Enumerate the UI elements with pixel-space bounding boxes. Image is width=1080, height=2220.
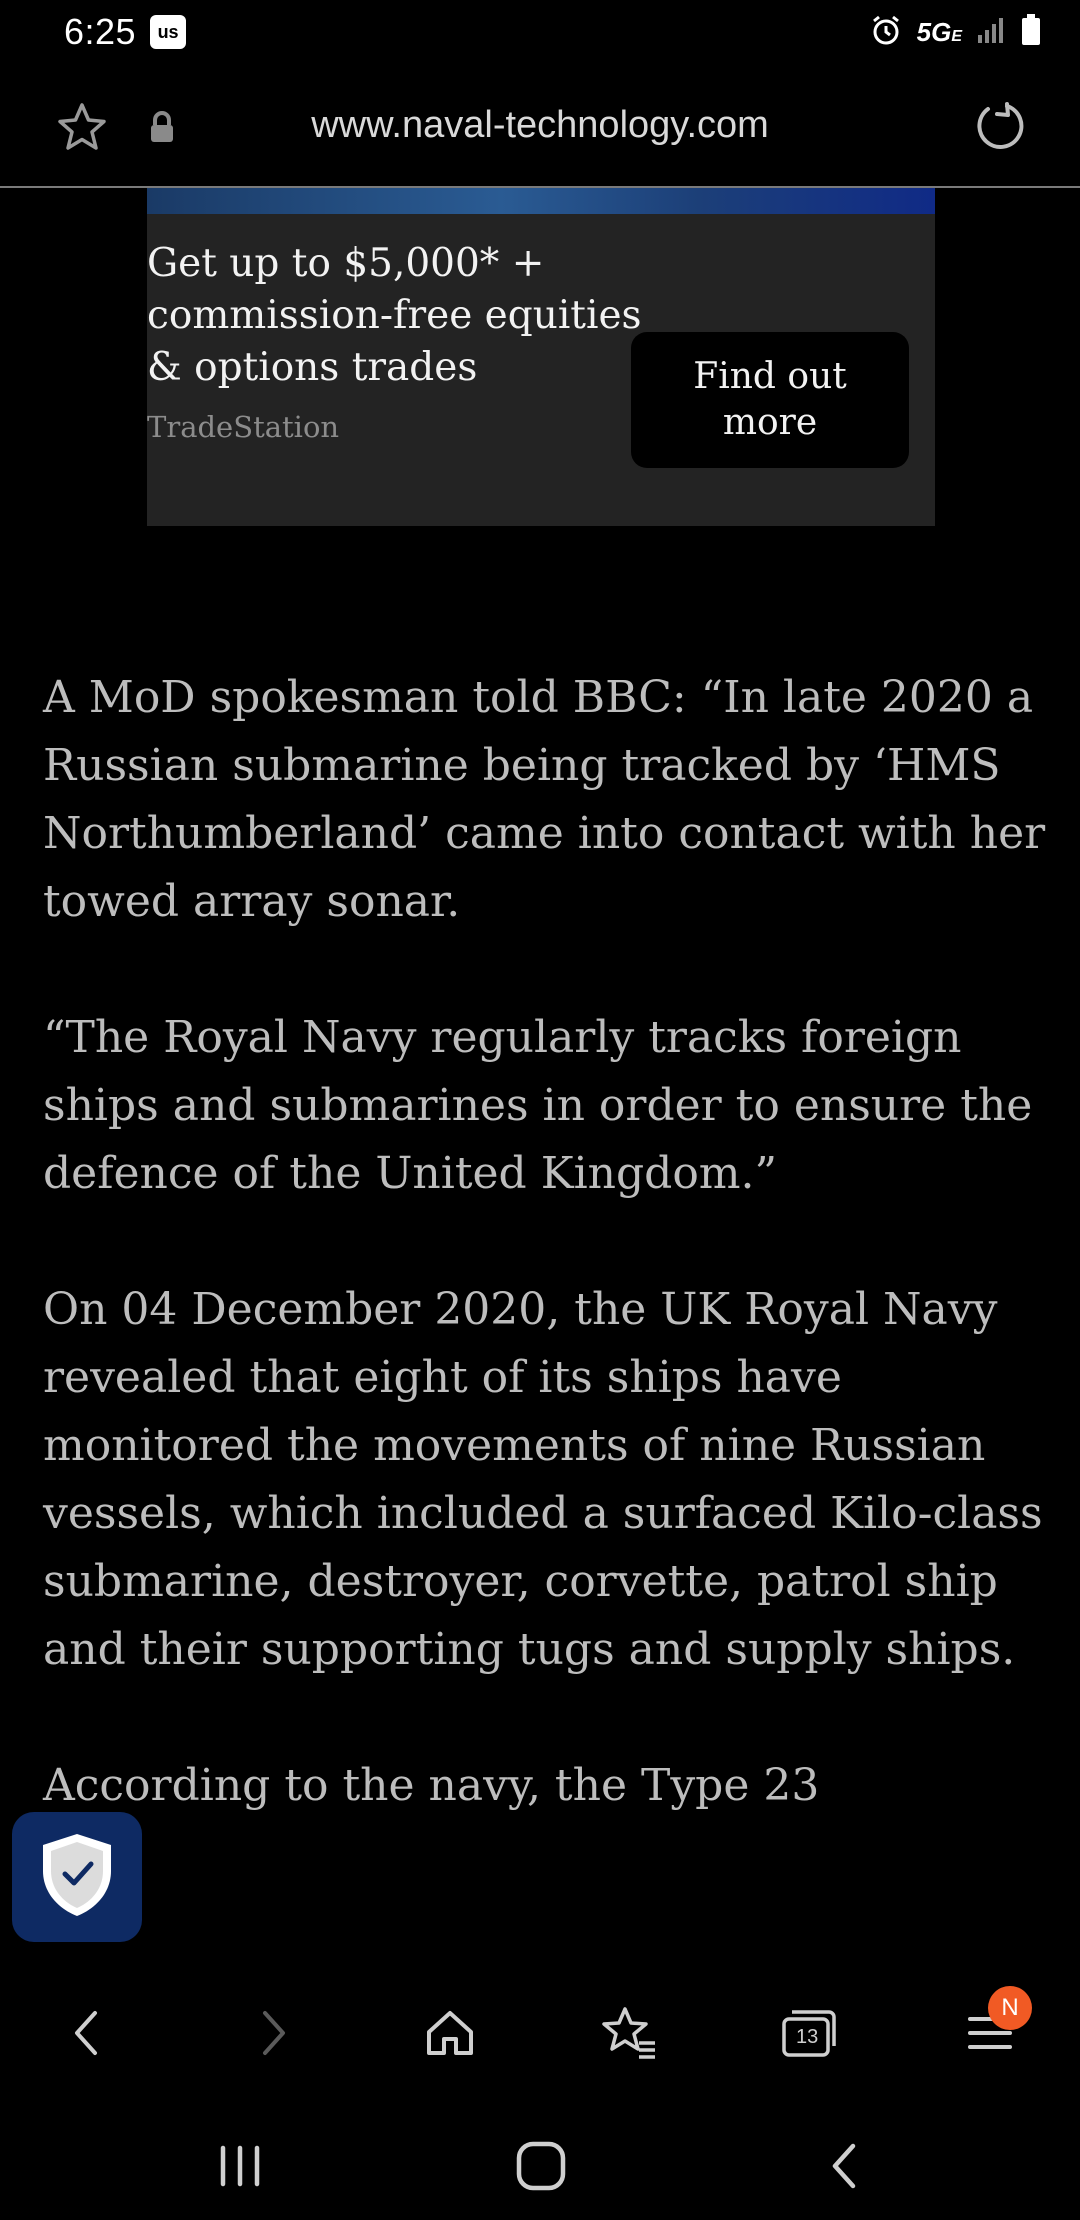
menu-notification-badge: N [988, 1986, 1032, 2030]
screen: 6:25 us 5GE www.naval-technology.com Get… [0, 0, 1080, 2220]
ad-image-strip [147, 188, 935, 214]
system-navigation-bar [0, 2106, 1080, 2220]
status-bar: 6:25 us 5GE [0, 0, 1080, 64]
tabs-count: 13 [796, 2026, 819, 2048]
home-icon[interactable] [415, 1998, 485, 2068]
home-nav-icon[interactable] [501, 2126, 581, 2206]
reload-icon[interactable] [974, 100, 1024, 155]
network-label: 5GE [917, 17, 962, 48]
url-text[interactable]: www.naval-technology.com [0, 104, 1080, 147]
status-time: 6:25 [64, 11, 137, 52]
back-icon[interactable] [52, 1998, 122, 2068]
forward-icon[interactable] [238, 1998, 308, 2068]
ad-headline: Get up to $5,000* + commission-free equi… [147, 241, 642, 390]
article-body: A MoD spokesman told BBC: “In late 2020 … [43, 664, 1048, 1888]
ad-brand: TradeStation [147, 410, 340, 444]
carrier-badge: us [150, 15, 187, 49]
ad-cta-button[interactable]: Find out more [631, 332, 909, 468]
alarm-icon [869, 13, 903, 52]
battery-icon [1020, 13, 1042, 52]
signal-icon [976, 15, 1006, 50]
article-paragraph: According to the navy, the Type 23 [43, 1760, 820, 1811]
privacy-shield-button[interactable] [12, 1812, 142, 1942]
address-bar: www.naval-technology.com [0, 64, 1080, 188]
network-subtype: E [951, 27, 962, 45]
article-paragraph: On 04 December 2020, the UK Royal Navy r… [43, 1284, 1043, 1675]
bookmarks-icon[interactable] [594, 1998, 664, 2068]
tabs-button[interactable]: 13 [774, 1998, 844, 2068]
article-paragraph: A MoD spokesman told BBC: “In late 2020 … [43, 672, 1046, 927]
shield-check-icon [39, 1831, 115, 1924]
browser-toolbar: 13 [0, 1958, 1080, 2106]
recent-apps-icon[interactable] [200, 2126, 280, 2206]
status-right: 5GE [869, 13, 1042, 52]
back-nav-icon[interactable] [804, 2126, 884, 2206]
network-type: 5G [916, 16, 952, 47]
article-paragraph: “The Royal Navy regularly tracks foreign… [43, 1012, 1033, 1199]
status-left: 6:25 us [64, 11, 187, 53]
advertisement[interactable]: Get up to $5,000* + commission-free equi… [147, 188, 935, 526]
